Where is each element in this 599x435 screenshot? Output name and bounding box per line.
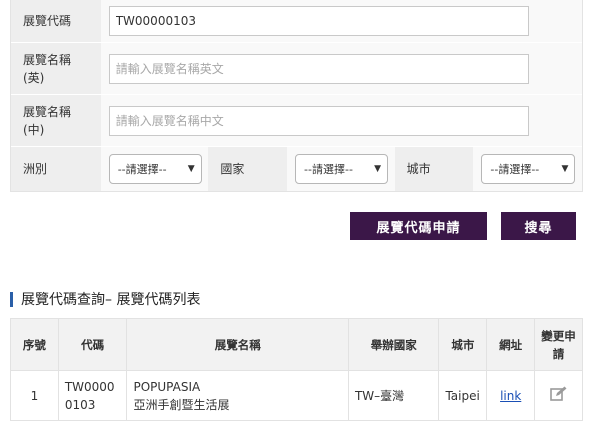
header-name: 展覽名稱 bbox=[126, 318, 349, 371]
city-label: 城市 bbox=[394, 147, 474, 191]
row-city: Taipei bbox=[438, 370, 488, 421]
continent-select-value: --請選擇-- bbox=[117, 163, 167, 176]
row-edit bbox=[534, 370, 583, 421]
name-en-label-line2: (英) bbox=[23, 70, 45, 85]
row-no: 1 bbox=[10, 370, 59, 421]
header-edit: 變更申請 bbox=[534, 318, 583, 371]
edit-icon[interactable] bbox=[550, 386, 567, 406]
form-row-location: 洲別 --請選擇-- ▼ 國家 --請選擇-- ▼ 城市 --請選擇-- ▼ bbox=[11, 147, 582, 191]
name-en-label-line1: 展覽名稱 bbox=[23, 52, 72, 67]
name-zh-cell bbox=[100, 95, 582, 146]
name-zh-label: 展覽名稱 (中) bbox=[11, 95, 101, 146]
row-link[interactable]: link bbox=[500, 389, 521, 403]
row-country: TW–臺灣 bbox=[347, 370, 440, 421]
code-label: 展覽代碼 bbox=[11, 0, 101, 42]
country-cell: --請選擇-- ▼ bbox=[287, 147, 395, 191]
chevron-down-icon: ▼ bbox=[561, 164, 569, 174]
row-name-en: POPUPASIA bbox=[133, 379, 201, 394]
country-label: 國家 bbox=[208, 147, 288, 191]
section-title: 展覽代碼查詢– 展覽代碼列表 bbox=[21, 292, 201, 308]
header-city: 城市 bbox=[438, 318, 488, 371]
city-cell: --請選擇-- ▼ bbox=[473, 147, 582, 191]
country-select-value: --請選擇-- bbox=[304, 163, 353, 176]
row-name-zh: 亞洲手創暨生活展 bbox=[133, 397, 230, 412]
section-marker bbox=[10, 291, 13, 307]
section-heading: 展覽代碼查詢– 展覽代碼列表 bbox=[10, 290, 200, 308]
code-cell bbox=[100, 0, 582, 42]
table-row: 1 TW00000103 POPUPASIA 亞洲手創暨生活展 TW–臺灣 Ta… bbox=[10, 370, 583, 421]
continent-select[interactable]: --請選擇-- ▼ bbox=[108, 154, 202, 184]
code-input[interactable] bbox=[108, 6, 529, 36]
form-row-name-en: 展覽名稱 (英) bbox=[11, 43, 582, 95]
name-zh-input[interactable] bbox=[108, 105, 529, 136]
name-en-cell bbox=[100, 43, 582, 94]
name-en-label: 展覽名稱 (英) bbox=[11, 43, 101, 94]
row-name: POPUPASIA 亞洲手創暨生活展 bbox=[126, 370, 349, 421]
header-country: 舉辦國家 bbox=[347, 318, 440, 371]
row-code: TW00000103 bbox=[57, 370, 128, 421]
results-table: 序號 代碼 展覽名稱 舉辦國家 城市 網址 變更申請 1 TW00000103 … bbox=[10, 318, 583, 421]
name-en-input[interactable] bbox=[108, 53, 529, 84]
header-code: 代碼 bbox=[57, 318, 128, 371]
table-header-row: 序號 代碼 展覽名稱 舉辦國家 城市 網址 變更申請 bbox=[10, 318, 583, 371]
search-button[interactable]: 搜尋 bbox=[501, 212, 576, 240]
header-url: 網址 bbox=[486, 318, 536, 371]
chevron-down-icon: ▼ bbox=[374, 164, 382, 174]
form-row-code: 展覽代碼 bbox=[11, 0, 582, 43]
search-form: 展覽代碼 展覽名稱 (英) 展覽名稱 (中) 洲別 - bbox=[10, 0, 583, 192]
country-select[interactable]: --請選擇-- ▼ bbox=[295, 154, 389, 184]
continent-cell: --請選擇-- ▼ bbox=[100, 147, 209, 191]
row-url: link bbox=[486, 370, 536, 421]
name-zh-label-line2: (中) bbox=[23, 122, 45, 137]
chevron-down-icon: ▼ bbox=[187, 164, 195, 174]
apply-code-button[interactable]: 展覽代碼申請 bbox=[350, 212, 487, 240]
header-no: 序號 bbox=[10, 318, 59, 371]
name-zh-label-line1: 展覽名稱 bbox=[23, 104, 72, 119]
city-select[interactable]: --請選擇-- ▼ bbox=[481, 154, 576, 184]
continent-label: 洲別 bbox=[11, 147, 101, 191]
form-row-name-zh: 展覽名稱 (中) bbox=[11, 95, 582, 147]
city-select-value: --請選擇-- bbox=[490, 163, 540, 176]
